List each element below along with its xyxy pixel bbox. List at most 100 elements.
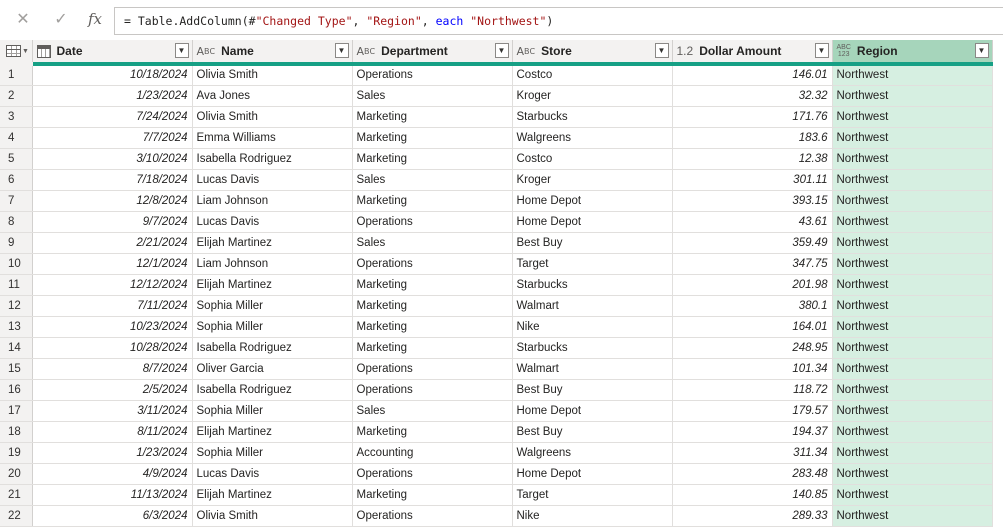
dollar-amount-cell[interactable]: 248.95 bbox=[672, 337, 833, 359]
dollar-amount-cell[interactable]: 12.38 bbox=[672, 148, 833, 170]
x-icon[interactable]: ✕ bbox=[12, 8, 34, 30]
name-cell[interactable]: Elijah Martinez bbox=[192, 484, 353, 506]
department-cell[interactable]: Marketing bbox=[352, 316, 513, 338]
date-cell[interactable]: 1/23/2024 bbox=[32, 442, 193, 464]
store-cell[interactable]: Walmart bbox=[512, 358, 673, 380]
dollar-amount-cell[interactable]: 289.33 bbox=[672, 505, 833, 527]
region-cell[interactable]: Northwest bbox=[832, 106, 993, 128]
row-number[interactable]: 1 bbox=[0, 64, 33, 86]
dollar-amount-cell[interactable]: 118.72 bbox=[672, 379, 833, 401]
row-number[interactable]: 15 bbox=[0, 358, 33, 380]
text-type-icon[interactable]: ABC bbox=[517, 45, 536, 58]
region-cell[interactable]: Northwest bbox=[832, 211, 993, 233]
any-type-icon[interactable]: ABC 123 bbox=[837, 44, 851, 58]
row-number[interactable]: 8 bbox=[0, 211, 33, 233]
department-cell[interactable]: Marketing bbox=[352, 148, 513, 170]
row-number[interactable]: 4 bbox=[0, 127, 33, 149]
fx-icon[interactable]: fx bbox=[84, 8, 106, 30]
row-number[interactable]: 2 bbox=[0, 85, 33, 107]
dollar-amount-cell[interactable]: 347.75 bbox=[672, 253, 833, 275]
region-cell[interactable]: Northwest bbox=[832, 85, 993, 107]
column-header-region[interactable]: ABC 123 Region ▼ bbox=[832, 40, 993, 66]
department-cell[interactable]: Operations bbox=[352, 379, 513, 401]
row-number[interactable]: 5 bbox=[0, 148, 33, 170]
dollar-amount-cell[interactable]: 301.11 bbox=[672, 169, 833, 191]
date-cell[interactable]: 2/5/2024 bbox=[32, 379, 193, 401]
dollar-amount-cell[interactable]: 179.57 bbox=[672, 400, 833, 422]
date-cell[interactable]: 10/23/2024 bbox=[32, 316, 193, 338]
row-number[interactable]: 17 bbox=[0, 400, 33, 422]
row-number[interactable]: 16 bbox=[0, 379, 33, 401]
name-cell[interactable]: Elijah Martinez bbox=[192, 274, 353, 296]
department-cell[interactable]: Marketing bbox=[352, 337, 513, 359]
department-cell[interactable]: Operations bbox=[352, 358, 513, 380]
date-cell[interactable]: 4/9/2024 bbox=[32, 463, 193, 485]
name-cell[interactable]: Sophia Miller bbox=[192, 442, 353, 464]
store-cell[interactable]: Target bbox=[512, 253, 673, 275]
table-menu-button[interactable]: ▼ bbox=[0, 40, 33, 66]
store-cell[interactable]: Costco bbox=[512, 64, 673, 86]
department-cell[interactable]: Sales bbox=[352, 400, 513, 422]
dollar-amount-cell[interactable]: 393.15 bbox=[672, 190, 833, 212]
department-cell[interactable]: Marketing bbox=[352, 190, 513, 212]
region-cell[interactable]: Northwest bbox=[832, 253, 993, 275]
department-cell[interactable]: Accounting bbox=[352, 442, 513, 464]
dollar-amount-cell[interactable]: 201.98 bbox=[672, 274, 833, 296]
region-cell[interactable]: Northwest bbox=[832, 421, 993, 443]
date-cell[interactable]: 3/10/2024 bbox=[32, 148, 193, 170]
row-number[interactable]: 13 bbox=[0, 316, 33, 338]
store-cell[interactable]: Best Buy bbox=[512, 421, 673, 443]
region-cell[interactable]: Northwest bbox=[832, 316, 993, 338]
row-number[interactable]: 10 bbox=[0, 253, 33, 275]
row-number[interactable]: 20 bbox=[0, 463, 33, 485]
row-number[interactable]: 7 bbox=[0, 190, 33, 212]
region-cell[interactable]: Northwest bbox=[832, 148, 993, 170]
department-cell[interactable]: Operations bbox=[352, 505, 513, 527]
row-number[interactable]: 9 bbox=[0, 232, 33, 254]
store-cell[interactable]: Starbucks bbox=[512, 337, 673, 359]
row-number[interactable]: 3 bbox=[0, 106, 33, 128]
formula-input[interactable]: = Table.AddColumn(#"Changed Type", "Regi… bbox=[114, 7, 1003, 35]
department-cell[interactable]: Marketing bbox=[352, 421, 513, 443]
date-cell[interactable]: 6/3/2024 bbox=[32, 505, 193, 527]
store-cell[interactable]: Best Buy bbox=[512, 232, 673, 254]
dollar-amount-cell[interactable]: 194.37 bbox=[672, 421, 833, 443]
date-cell[interactable]: 11/13/2024 bbox=[32, 484, 193, 506]
decimal-type-icon[interactable]: 1.2 bbox=[677, 44, 694, 58]
row-number[interactable]: 14 bbox=[0, 337, 33, 359]
region-cell[interactable]: Northwest bbox=[832, 127, 993, 149]
name-cell[interactable]: Sophia Miller bbox=[192, 316, 353, 338]
text-type-icon[interactable]: ABC bbox=[357, 45, 376, 58]
department-cell[interactable]: Marketing bbox=[352, 484, 513, 506]
name-cell[interactable]: Isabella Rodriguez bbox=[192, 337, 353, 359]
store-cell[interactable]: Kroger bbox=[512, 169, 673, 191]
date-cell[interactable]: 10/18/2024 bbox=[32, 64, 193, 86]
store-cell[interactable]: Walgreens bbox=[512, 442, 673, 464]
name-cell[interactable]: Olivia Smith bbox=[192, 106, 353, 128]
column-header-date[interactable]: Date ▼ bbox=[32, 40, 193, 66]
filter-dropdown-button[interactable]: ▼ bbox=[334, 43, 349, 58]
department-cell[interactable]: Sales bbox=[352, 169, 513, 191]
dollar-amount-cell[interactable]: 283.48 bbox=[672, 463, 833, 485]
region-cell[interactable]: Northwest bbox=[832, 337, 993, 359]
column-header-department[interactable]: A B C Department ▼ bbox=[352, 40, 513, 66]
region-cell[interactable]: Northwest bbox=[832, 64, 993, 86]
name-cell[interactable]: Elijah Martinez bbox=[192, 421, 353, 443]
region-cell[interactable]: Northwest bbox=[832, 505, 993, 527]
name-cell[interactable]: Olivia Smith bbox=[192, 505, 353, 527]
date-cell[interactable]: 7/18/2024 bbox=[32, 169, 193, 191]
department-cell[interactable]: Operations bbox=[352, 64, 513, 86]
check-icon[interactable]: ✓ bbox=[50, 8, 72, 30]
region-cell[interactable]: Northwest bbox=[832, 400, 993, 422]
text-type-icon[interactable]: ABC bbox=[197, 45, 216, 58]
date-cell[interactable]: 7/11/2024 bbox=[32, 295, 193, 317]
dollar-amount-cell[interactable]: 101.34 bbox=[672, 358, 833, 380]
filter-dropdown-button[interactable]: ▼ bbox=[494, 43, 509, 58]
row-number[interactable]: 22 bbox=[0, 505, 33, 527]
store-cell[interactable]: Walmart bbox=[512, 295, 673, 317]
region-cell[interactable]: Northwest bbox=[832, 379, 993, 401]
date-cell[interactable]: 12/8/2024 bbox=[32, 190, 193, 212]
row-number[interactable]: 21 bbox=[0, 484, 33, 506]
department-cell[interactable]: Operations bbox=[352, 211, 513, 233]
store-cell[interactable]: Best Buy bbox=[512, 379, 673, 401]
